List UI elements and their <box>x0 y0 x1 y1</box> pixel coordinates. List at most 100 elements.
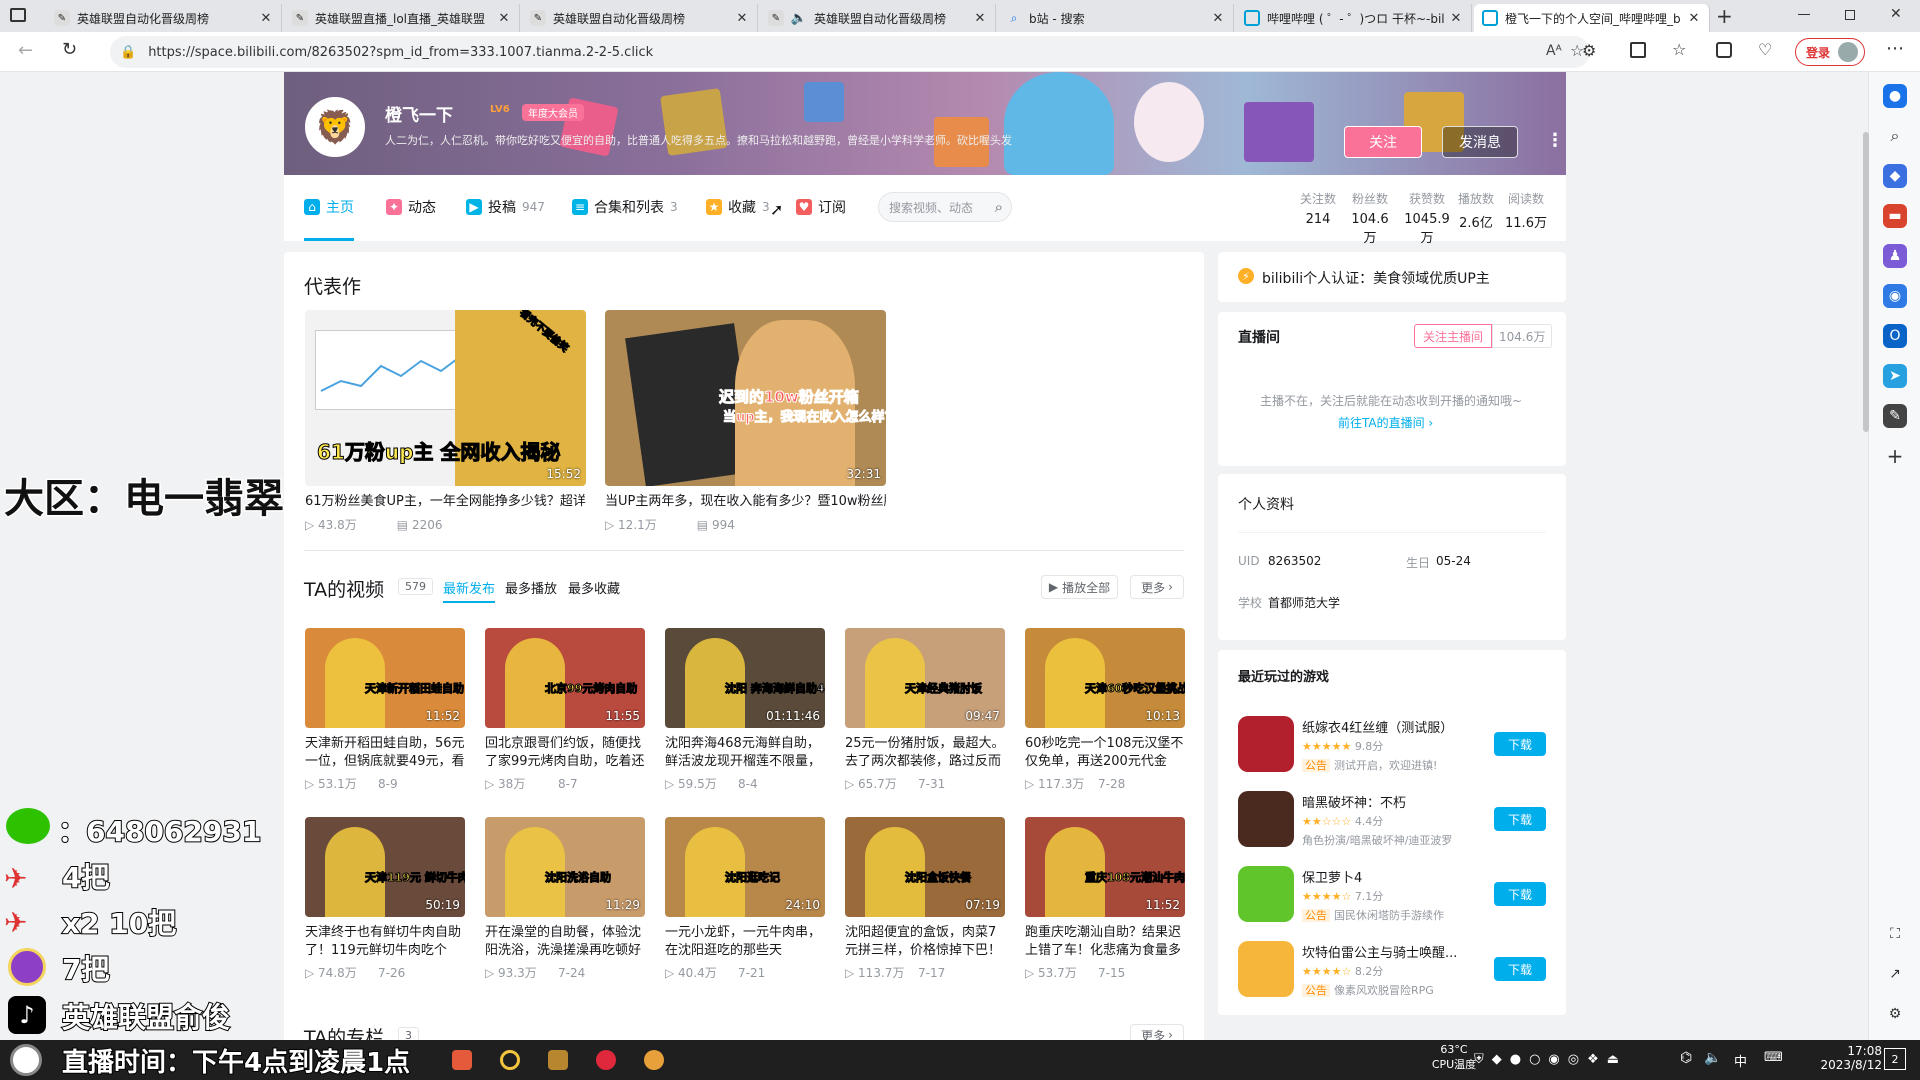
video-title[interactable]: 回北京跟哥们约饭，随便找了家99元烤肉自助，吃着还不 <box>485 735 645 771</box>
app-icon[interactable] <box>500 1050 520 1070</box>
app-icon[interactable] <box>596 1050 616 1070</box>
video-thumbnail[interactable]: 沈阳盒饭快餐 07:19 <box>845 817 1005 917</box>
tab-collections[interactable]: ≡ 合集和列表 3 <box>572 197 678 217</box>
video-title[interactable]: 25元一份猪肘饭，最超大。去了两次都装修，路过反而吃上 <box>845 735 1005 771</box>
scrollbar[interactable] <box>1863 132 1869 432</box>
close-tab-icon[interactable]: ✕ <box>259 11 273 26</box>
close-tab-icon[interactable]: ✕ <box>1687 11 1701 26</box>
close-window-icon[interactable]: ✕ <box>1890 6 1902 22</box>
close-tab-icon[interactable]: ✕ <box>1211 11 1225 26</box>
input-icon[interactable]: ⌨ <box>1764 1050 1783 1065</box>
video-title[interactable]: 61万粉丝美食UP主，一年全网能挣多少钱？超详细 <box>305 493 586 511</box>
close-tab-icon[interactable]: ✕ <box>1449 11 1463 26</box>
video-thumbnail[interactable]: 重庆108元潮汕牛肉自助 11:52 <box>1025 817 1185 917</box>
outlook-icon[interactable]: O <box>1883 324 1907 348</box>
tray-icons[interactable]: ⛨◆●○◉◎❖⏏ <box>1474 1052 1627 1067</box>
message-button[interactable]: 发消息 <box>1442 126 1518 158</box>
office-icon[interactable]: ◉ <box>1883 284 1907 308</box>
ime-indicator[interactable]: 中 <box>1734 1051 1747 1070</box>
live-room-link[interactable]: 前往TA的直播间 › <box>1338 414 1433 431</box>
game-icon[interactable] <box>1238 941 1294 997</box>
video-title[interactable]: 沈阳奔海468元海鲜自助，鲜活波龙现开榴莲不限量，回家 <box>665 735 825 771</box>
space-search-input[interactable]: 搜索视频、动态 ⌕ <box>878 192 1012 222</box>
split-screen-icon[interactable] <box>1630 42 1646 58</box>
video-thumbnail[interactable]: 看完不要偷笑 61万粉up主 全网收入揭秘 15:52 <box>305 310 586 486</box>
search-icon[interactable]: ⌕ <box>1883 124 1907 148</box>
app-icon[interactable] <box>548 1050 568 1070</box>
tab-most-played[interactable]: 最多播放 <box>505 578 557 597</box>
download-button[interactable]: 下载 <box>1494 957 1546 981</box>
video-thumbnail[interactable]: 迟到的10w粉丝开箱 当up主，我现在收入怎么样? 32:31 <box>605 310 886 486</box>
game-name[interactable]: 暗黑破坏神：不朽 <box>1302 792 1482 811</box>
close-tab-icon[interactable]: ✕ <box>973 11 987 26</box>
volume-icon[interactable]: 🔈 <box>1704 1050 1721 1066</box>
network-icon[interactable]: ⌬ <box>1680 1050 1692 1066</box>
add-icon[interactable]: + <box>1883 444 1907 468</box>
tag-icon[interactable]: ◆ <box>1883 164 1907 188</box>
video-thumbnail[interactable]: 沈阳 奔海海鲜自助468元 01:11:46 <box>665 628 825 728</box>
window-menu-icon[interactable] <box>10 8 26 22</box>
external-link-icon[interactable]: ↗ <box>1883 962 1907 986</box>
browser-tab-active[interactable]: 橙飞一下的个人空间_哔哩哔哩_b ✕ <box>1474 4 1710 32</box>
app-icon[interactable] <box>644 1050 664 1070</box>
video-thumbnail[interactable]: 沈阳洗浴自助 11:29 <box>485 817 645 917</box>
video-title[interactable]: 跑重庆吃潮汕自助？结果迟上错了车！化悲痛为食量多吃几 <box>1025 924 1185 960</box>
video-title[interactable]: 60秒吃完一个108元汉堡不仅免单，再送200元代金券。能 <box>1025 735 1185 771</box>
clock[interactable]: 17:08 2023/8/12 <box>1798 1044 1882 1072</box>
settings-icon[interactable]: ⚙ <box>1883 1002 1907 1026</box>
health-icon[interactable]: ♡ <box>1758 40 1772 59</box>
video-thumbnail[interactable]: 沈阳逛吃记 24:10 <box>665 817 825 917</box>
refresh-icon[interactable]: ↻ <box>62 39 77 60</box>
more-menu-icon[interactable]: ⋯ <box>1886 38 1904 59</box>
video-title[interactable]: 开在澡堂的自助餐，体验沈阳洗浴，洗澡搓澡再吃顿好的！ <box>485 924 645 960</box>
browser-tab[interactable]: ⌕ b站 - 搜索 ✕ <box>998 4 1234 32</box>
browser-tab[interactable]: ✎ 🔈 英雄联盟自动化晋级周榜 ✕ <box>760 4 996 32</box>
close-tab-icon[interactable]: ✕ <box>735 11 749 26</box>
download-button[interactable]: 下载 <box>1494 807 1546 831</box>
search-icon[interactable]: ⌕ <box>995 198 1003 216</box>
video-title[interactable]: 当UP主两年多，现在收入能有多少？暨10w粉丝牌开 <box>605 493 886 511</box>
follow-button[interactable]: 关注 <box>1344 126 1422 158</box>
browser-tab[interactable]: ✎ 英雄联盟自动化晋级周榜 ✕ <box>46 4 282 32</box>
notification-icon[interactable]: 2 <box>1884 1048 1906 1070</box>
video-thumbnail[interactable]: 天津新开稻田蛙自助 11:52 <box>305 628 465 728</box>
video-thumbnail[interactable]: 天津经典猪肘饭 09:47 <box>845 628 1005 728</box>
login-button[interactable]: 登录 <box>1795 38 1865 66</box>
follow-live-button[interactable]: 关注主播间 104.6万 <box>1414 324 1553 348</box>
download-button[interactable]: 下载 <box>1494 732 1546 756</box>
minimize-icon[interactable] <box>1798 14 1810 15</box>
game-icon[interactable]: ✎ <box>1883 404 1907 428</box>
screenshot-icon[interactable]: ⛶ <box>1883 922 1907 946</box>
extensions-icon[interactable]: ⚙ <box>1582 41 1596 60</box>
close-tab-icon[interactable]: ✕ <box>497 11 511 26</box>
favorites-icon[interactable]: ☆ <box>1672 40 1686 59</box>
video-thumbnail[interactable]: 天津119元 鲜切牛肉自助 50:19 <box>305 817 465 917</box>
tab-dynamic[interactable]: ✦ 动态 <box>386 197 436 217</box>
game-icon[interactable] <box>1238 866 1294 922</box>
game-name[interactable]: 纸嫁衣4红丝缠（测试服） <box>1302 717 1482 736</box>
stat-following[interactable]: 关注数 214 <box>1298 190 1338 227</box>
game-name[interactable]: 坎特伯雷公主与骑士唤醒... <box>1302 942 1482 961</box>
game-icon[interactable] <box>1238 791 1294 847</box>
tab-favorites[interactable]: ★ 收藏 3 <box>706 197 770 217</box>
people-icon[interactable]: ♟ <box>1883 244 1907 268</box>
more-options-icon[interactable]: ⋮ <box>1546 130 1564 151</box>
speaker-icon[interactable]: 🔈 <box>791 10 807 26</box>
tab-uploads[interactable]: ▶ 投稿 947 <box>466 197 545 217</box>
back-icon[interactable]: ← <box>18 40 33 61</box>
video-title[interactable]: 沈阳超便宜的盒饭，肉菜7元拼三样，价格惊掉下巴！味道 <box>845 924 1005 960</box>
bell-icon[interactable]: ● <box>1883 84 1907 108</box>
collections-icon[interactable] <box>1716 42 1732 58</box>
send-icon[interactable]: ➤ <box>1883 364 1907 388</box>
tab-home[interactable]: ⌂ 主页 <box>304 197 354 217</box>
read-aloud-icon[interactable]: Aᴬ <box>1546 43 1562 59</box>
download-button[interactable]: 下载 <box>1494 882 1546 906</box>
stat-fans[interactable]: 粉丝数 104.6万 <box>1348 190 1392 246</box>
game-name[interactable]: 保卫萝卜4 <box>1302 867 1482 886</box>
tab-latest[interactable]: 最新发布 <box>443 578 496 603</box>
briefcase-icon[interactable]: ▬ <box>1883 204 1907 228</box>
more-videos-button[interactable]: 更多 › <box>1130 575 1184 599</box>
video-title[interactable]: 天津新开稻田蛙自助，56元一位，但锅底就要49元，看看怎 <box>305 735 465 771</box>
play-all-button[interactable]: ▶ 播放全部 <box>1041 575 1118 599</box>
url-field[interactable]: 🔒 https://space.bilibili.com/8263502?spm… <box>110 36 1590 68</box>
